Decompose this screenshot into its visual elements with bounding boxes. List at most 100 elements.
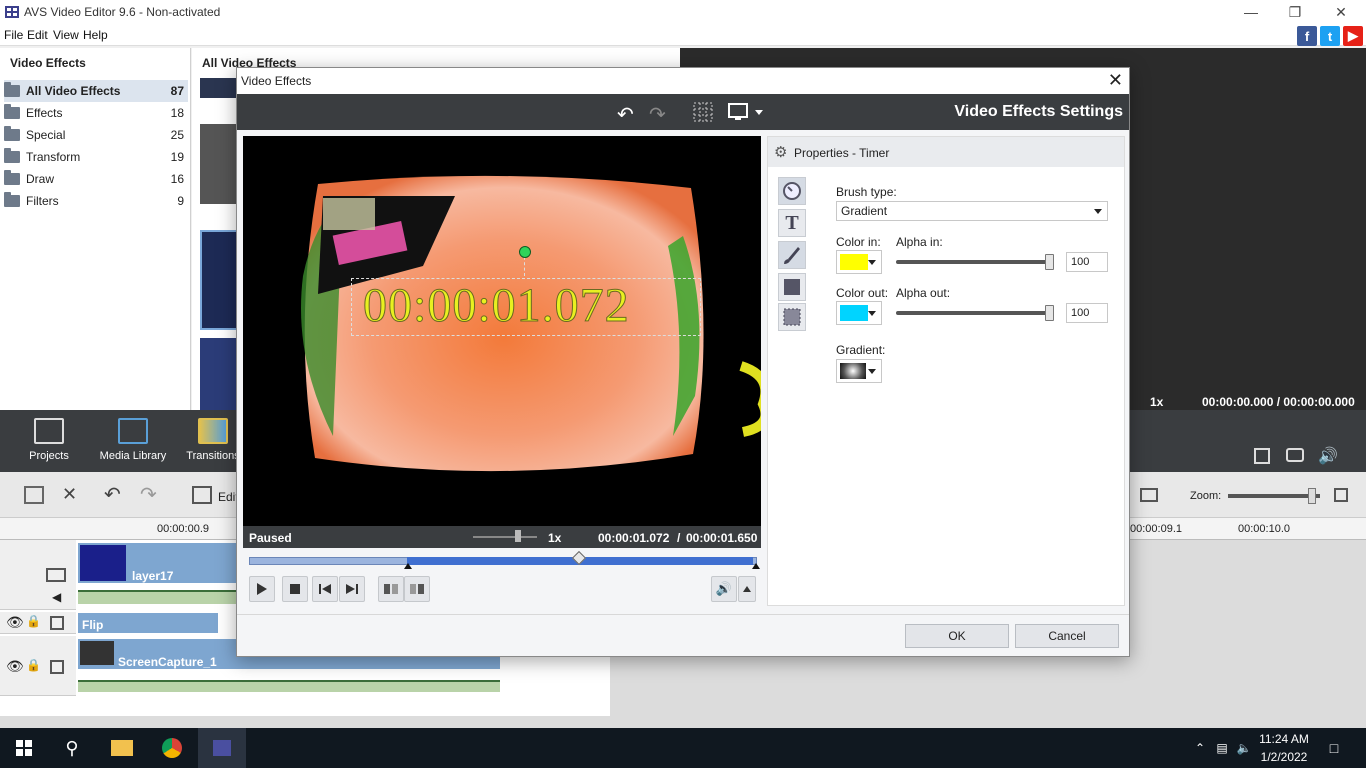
color-out-picker[interactable]	[836, 301, 882, 325]
film-icon	[118, 418, 148, 444]
menu-help[interactable]: Help	[83, 28, 108, 42]
play-button[interactable]	[249, 576, 275, 602]
alpha-in-slider[interactable]	[896, 260, 1052, 264]
alpha-out-input[interactable]: 100	[1066, 303, 1108, 323]
mute-icon[interactable]: ◀	[52, 590, 61, 604]
text-tool-icon[interactable]: T	[778, 209, 806, 237]
fill-tool-icon[interactable]	[778, 273, 806, 301]
timer-text: 00:00:01.072	[363, 279, 630, 333]
time-separator: /	[677, 531, 681, 545]
alpha-in-slider-thumb[interactable]	[1045, 254, 1054, 270]
redo-icon[interactable]: ↷	[140, 482, 157, 507]
youtube-icon[interactable]: ▶	[1343, 26, 1363, 46]
tab-projects[interactable]: Projects	[4, 418, 94, 462]
brush-tool-icon[interactable]	[778, 241, 806, 269]
menu-edit[interactable]: Edit	[27, 28, 48, 42]
grid-icon[interactable]	[693, 102, 717, 122]
display-mode-icon[interactable]	[727, 102, 767, 122]
volume-icon[interactable]: 🔊	[1318, 446, 1338, 466]
lock-icon[interactable]: 🔒	[26, 614, 41, 628]
mark-out-button[interactable]	[404, 576, 430, 602]
gradient-picker[interactable]	[836, 359, 882, 383]
speed-slider-thumb[interactable]	[515, 530, 521, 542]
fullscreen-icon[interactable]	[1254, 448, 1270, 464]
effect-thumbnail[interactable]	[200, 338, 240, 410]
display-mode-icon[interactable]	[1140, 488, 1158, 502]
menu-view[interactable]: View	[53, 28, 79, 42]
twitter-icon[interactable]: t	[1320, 26, 1340, 46]
effect-clip-flip[interactable]: Flip	[78, 613, 218, 633]
facebook-icon[interactable]: f	[1297, 26, 1317, 46]
effect-thumbnail[interactable]	[200, 78, 240, 98]
zoom-slider-thumb[interactable]	[1308, 488, 1316, 504]
rotate-handle[interactable]	[519, 246, 531, 258]
alpha-in-input[interactable]: 100	[1066, 252, 1108, 272]
category-label: Draw	[26, 172, 55, 186]
chevron-down-icon	[868, 311, 876, 316]
speed-slider[interactable]	[473, 536, 537, 538]
taskbar-date[interactable]: 1/2/2022	[1252, 750, 1316, 764]
selection-start-marker[interactable]	[404, 563, 412, 569]
avs-editor-taskbar-icon[interactable]	[198, 728, 246, 768]
taskbar-time[interactable]: 11:24 AM	[1252, 732, 1316, 746]
lock-icon[interactable]: 🔒	[26, 658, 41, 672]
clip-thumbnail	[80, 545, 126, 581]
category-effects[interactable]: Effects 18	[4, 102, 188, 124]
cancel-button[interactable]: Cancel	[1015, 624, 1119, 648]
fit-icon[interactable]	[1334, 488, 1348, 502]
effects-category-panel: Video Effects All Video Effects 87 Effec…	[0, 48, 191, 410]
ok-button[interactable]: OK	[905, 624, 1009, 648]
brush-type-select[interactable]: Gradient	[836, 201, 1108, 221]
volume-button[interactable]: 🔊	[711, 576, 737, 602]
selection-end-marker[interactable]	[752, 563, 760, 569]
stop-button[interactable]	[282, 576, 308, 602]
border-tool-icon[interactable]	[778, 303, 806, 331]
chrome-icon[interactable]	[148, 728, 196, 768]
category-draw[interactable]: Draw 16	[4, 168, 188, 190]
undo-icon[interactable]: ↶	[104, 482, 121, 507]
alpha-out-slider[interactable]	[896, 311, 1052, 315]
next-frame-button[interactable]	[339, 576, 365, 602]
effect-preview-video[interactable]: 00:00:01.072	[243, 136, 761, 526]
category-label: Effects	[26, 106, 63, 120]
category-special[interactable]: Special 25	[4, 124, 188, 146]
eye-icon[interactable]: 👁	[6, 614, 24, 631]
effect-thumbnail[interactable]	[200, 230, 240, 330]
category-all-video-effects[interactable]: All Video Effects 87	[4, 80, 188, 102]
tab-media-library[interactable]: Media Library	[88, 418, 178, 462]
previous-frame-button[interactable]	[312, 576, 338, 602]
menu-file[interactable]: File	[4, 28, 23, 42]
redo-icon[interactable]: ↷	[649, 102, 673, 126]
edit-effect-icon[interactable]	[192, 486, 212, 504]
delete-icon[interactable]: ✕	[62, 484, 77, 505]
close-window-icon[interactable]: ✕	[1318, 0, 1364, 24]
volume-expand-icon[interactable]	[738, 576, 756, 602]
category-filters[interactable]: Filters 9	[4, 190, 188, 212]
clock-tool-icon[interactable]	[778, 177, 806, 205]
audio-waveform[interactable]	[78, 590, 236, 604]
audio-waveform[interactable]	[78, 680, 500, 692]
restore-icon[interactable]: ❐	[1272, 0, 1318, 24]
effect-thumbnail[interactable]	[200, 124, 240, 204]
folder-icon	[4, 82, 20, 97]
snapshot-icon[interactable]	[1286, 448, 1304, 462]
dialog-title: Video Effects	[241, 74, 312, 88]
storyboard-icon[interactable]	[24, 486, 44, 504]
search-icon[interactable]: ⚲	[48, 728, 96, 768]
video-clip-layer17[interactable]: layer17	[78, 543, 236, 583]
dialog-close-icon[interactable]: ✕	[1108, 70, 1123, 91]
minimize-icon[interactable]: —	[1228, 0, 1274, 24]
alpha-out-slider-thumb[interactable]	[1045, 305, 1054, 321]
zoom-slider[interactable]	[1228, 494, 1320, 498]
notifications-icon[interactable]: □	[1310, 728, 1358, 768]
color-in-picker[interactable]	[836, 250, 882, 274]
eye-icon[interactable]: 👁	[6, 658, 24, 675]
undo-icon[interactable]: ↶	[617, 102, 641, 126]
seek-bar[interactable]	[249, 550, 760, 569]
category-count: 18	[170, 106, 184, 120]
category-transform[interactable]: Transform 19	[4, 146, 188, 168]
mark-in-button[interactable]	[378, 576, 404, 602]
file-explorer-icon[interactable]	[98, 728, 146, 768]
video-track-header: ◀	[0, 540, 76, 610]
windows-start-icon[interactable]	[0, 728, 48, 768]
